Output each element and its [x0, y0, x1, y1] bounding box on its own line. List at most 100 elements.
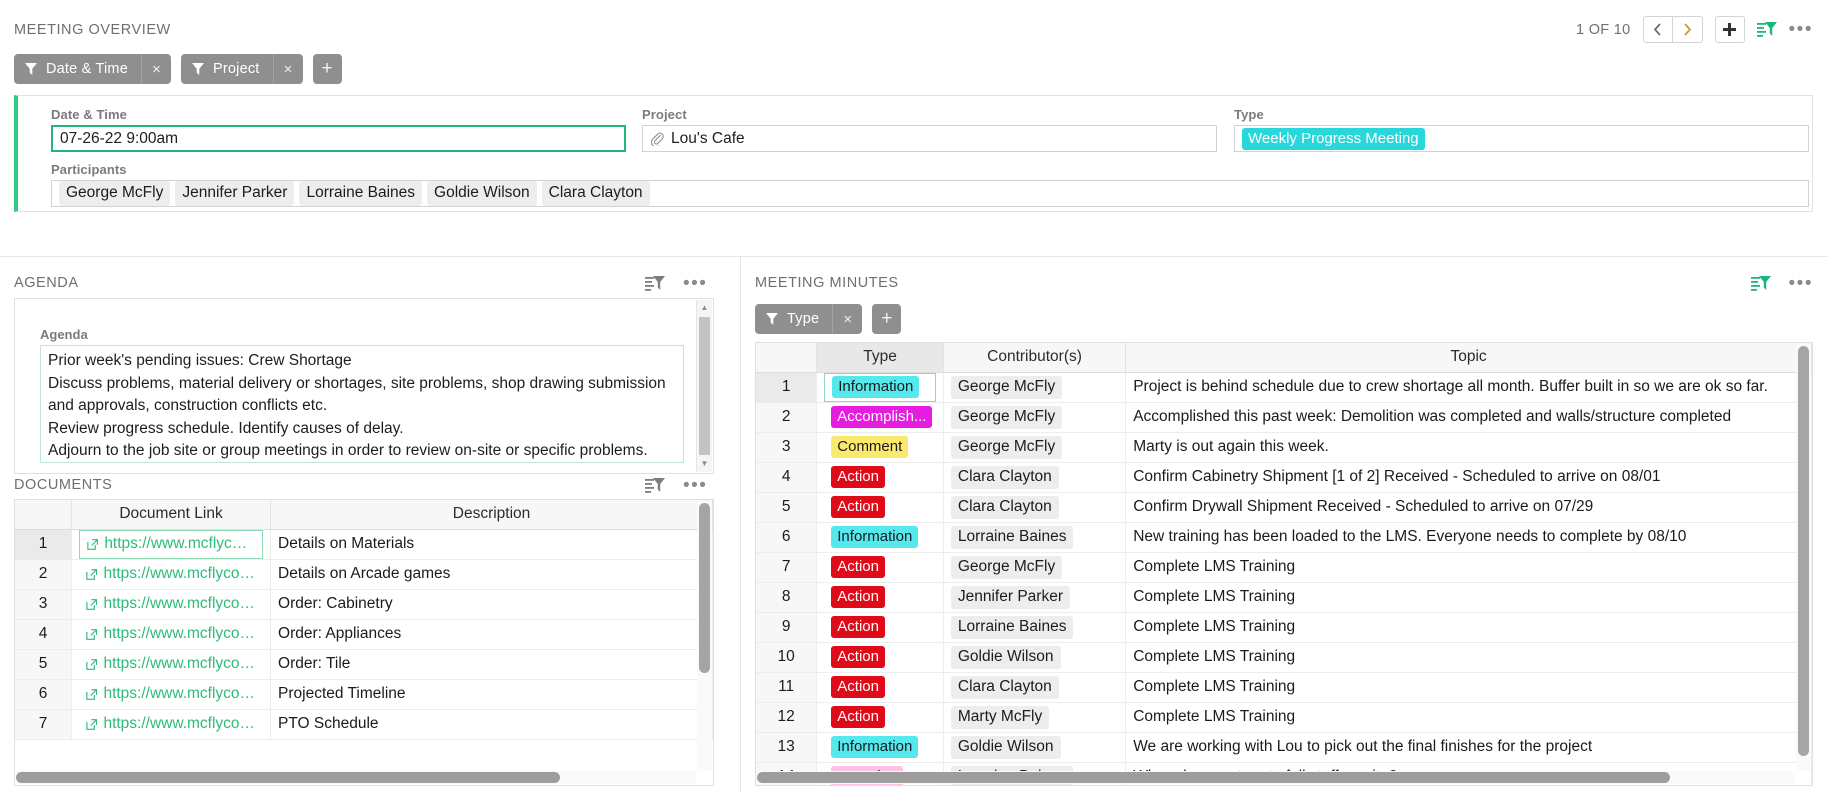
minutes-topic-cell[interactable]: We are working with Lou to pick out the … — [1126, 732, 1812, 762]
minutes-topic-cell[interactable]: Complete LMS Training — [1126, 642, 1812, 672]
minutes-type-cell[interactable]: Information — [817, 522, 944, 552]
external-link-icon-wrap[interactable]: https://www.mcflyconstr... — [86, 625, 256, 643]
add-filter-button[interactable]: + — [872, 304, 901, 334]
add-record-button[interactable] — [1715, 16, 1745, 43]
document-link-text[interactable]: https://www.mcflyconstr... — [103, 625, 256, 643]
project-input[interactable]: Lou's Cafe — [642, 125, 1217, 152]
table-row[interactable]: 9ActionLorraine BainesComplete LMS Train… — [756, 612, 1812, 642]
minutes-type-cell[interactable]: Accomplish... — [817, 402, 944, 432]
document-description-cell[interactable]: Order: Tile — [271, 649, 713, 679]
agenda-vertical-scrollbar[interactable]: ▲ ▼ — [696, 300, 712, 472]
participant-tag[interactable]: Lorraine Baines — [299, 181, 422, 206]
document-description-cell[interactable]: Order: Cabinetry — [271, 589, 713, 619]
filter-sort-icon[interactable] — [1751, 275, 1771, 292]
table-row[interactable]: 4ActionClara ClaytonConfirm Cabinetry Sh… — [756, 462, 1812, 492]
minutes-type-wrapper[interactable]: Action — [824, 613, 936, 642]
table-row[interactable]: 1https://www.mcflyconstr...Details on Ma… — [15, 529, 713, 559]
filter-chip-type[interactable]: Type × — [755, 304, 862, 334]
document-link-text[interactable]: https://www.mcflyconstr... — [103, 595, 256, 613]
participant-tag[interactable]: Jennifer Parker — [175, 181, 294, 206]
document-link-cell[interactable]: https://www.mcflyconstr... — [72, 529, 271, 559]
minutes-type-wrapper[interactable]: Information — [824, 523, 936, 552]
external-link-icon-wrap[interactable]: https://www.mcflyconstr... — [86, 685, 256, 703]
document-link-cell[interactable]: https://www.mcflyconstr... — [72, 679, 271, 709]
minutes-topic-cell[interactable]: Complete LMS Training — [1126, 582, 1812, 612]
table-row[interactable]: 1InformationGeorge McFlyProject is behin… — [756, 372, 1812, 402]
document-link-wrapper[interactable]: https://www.mcflyconstr... — [79, 710, 263, 739]
minutes-contributor-cell[interactable]: George McFly — [943, 432, 1125, 462]
participant-tag[interactable]: Clara Clayton — [542, 181, 650, 206]
minutes-type-wrapper[interactable]: Action — [824, 583, 936, 612]
minutes-type-cell[interactable]: Action — [817, 702, 944, 732]
filter-chip-date-time[interactable]: Date & Time × — [14, 54, 171, 84]
document-link-text[interactable]: https://www.mcflyconstr... — [104, 535, 255, 553]
table-row[interactable]: 5ActionClara ClaytonConfirm Drywall Ship… — [756, 492, 1812, 522]
add-filter-button[interactable]: + — [313, 54, 342, 84]
minutes-type-wrapper[interactable]: Information — [824, 373, 936, 402]
document-link-text[interactable]: https://www.mcflyconstr... — [103, 715, 256, 733]
minutes-contributor-cell[interactable]: Goldie Wilson — [943, 642, 1125, 672]
document-description-cell[interactable]: Order: Appliances — [271, 619, 713, 649]
filter-sort-icon[interactable] — [1757, 21, 1777, 38]
minutes-type-wrapper[interactable]: Action — [824, 673, 936, 702]
type-input[interactable]: Weekly Progress Meeting — [1234, 125, 1809, 152]
minutes-type-cell[interactable]: Action — [817, 552, 944, 582]
table-row[interactable]: 6InformationLorraine BainesNew training … — [756, 522, 1812, 552]
minutes-type-cell[interactable]: Comment — [817, 432, 944, 462]
document-link-cell[interactable]: https://www.mcflyconstr... — [72, 619, 271, 649]
table-row[interactable]: 8ActionJennifer ParkerComplete LMS Train… — [756, 582, 1812, 612]
minutes-topic-cell[interactable]: Complete LMS Training — [1126, 672, 1812, 702]
minutes-contributor-cell[interactable]: Clara Clayton — [943, 462, 1125, 492]
minutes-type-wrapper[interactable]: Comment — [824, 433, 936, 462]
minutes-contributor-cell[interactable]: Lorraine Baines — [943, 522, 1125, 552]
document-link-text[interactable]: https://www.mcflyconstr... — [103, 685, 256, 703]
minutes-type-wrapper[interactable]: Accomplish... — [824, 403, 936, 432]
minutes-topic-cell[interactable]: Project is behind schedule due to crew s… — [1126, 372, 1812, 402]
document-description-cell[interactable]: Details on Arcade games — [271, 559, 713, 589]
minutes-topic-cell[interactable]: Complete LMS Training — [1126, 612, 1812, 642]
minutes-topic-cell[interactable]: Marty is out again this week. — [1126, 432, 1812, 462]
documents-column-header[interactable] — [15, 500, 72, 529]
table-row[interactable]: 4https://www.mcflyconstr...Order: Applia… — [15, 619, 713, 649]
external-link-icon-wrap[interactable]: https://www.mcflyconstr... — [86, 715, 256, 733]
documents-vertical-scrollbar[interactable] — [697, 501, 712, 771]
document-link-cell[interactable]: https://www.mcflyconstr... — [72, 559, 271, 589]
minutes-contributor-cell[interactable]: George McFly — [943, 552, 1125, 582]
external-link-icon-wrap[interactable]: https://www.mcflyconstr... — [86, 655, 256, 673]
document-link-wrapper[interactable]: https://www.mcflyconstr... — [79, 650, 263, 679]
agenda-textarea[interactable]: Prior week's pending issues: Crew Shorta… — [40, 345, 684, 463]
table-row[interactable]: 10ActionGoldie WilsonComplete LMS Traini… — [756, 642, 1812, 672]
minutes-type-wrapper[interactable]: Action — [824, 493, 936, 522]
more-options-icon[interactable]: ••• — [1789, 24, 1813, 36]
minutes-vertical-scrollbar[interactable] — [1796, 344, 1811, 771]
minutes-type-cell[interactable]: Action — [817, 582, 944, 612]
scrollbar-thumb[interactable] — [1798, 346, 1809, 756]
minutes-contributor-cell[interactable]: Goldie Wilson — [943, 732, 1125, 762]
external-link-icon-wrap[interactable]: https://www.mcflyconstr... — [87, 535, 255, 553]
scroll-up-icon[interactable]: ▲ — [701, 300, 709, 316]
scrollbar-thumb[interactable] — [16, 772, 560, 783]
document-description-cell[interactable]: Details on Materials — [271, 529, 713, 559]
more-options-icon[interactable]: ••• — [683, 278, 707, 290]
more-options-icon[interactable]: ••• — [1789, 278, 1813, 290]
minutes-topic-cell[interactable]: Complete LMS Training — [1126, 702, 1812, 732]
minutes-type-wrapper[interactable]: Action — [824, 643, 936, 672]
document-link-cell[interactable]: https://www.mcflyconstr... — [72, 649, 271, 679]
minutes-type-cell[interactable]: Information — [817, 372, 944, 402]
minutes-type-wrapper[interactable]: Action — [824, 463, 936, 492]
document-link-text[interactable]: https://www.mcflyconstr... — [103, 655, 256, 673]
minutes-topic-cell[interactable]: Complete LMS Training — [1126, 552, 1812, 582]
table-row[interactable]: 5https://www.mcflyconstr...Order: Tile — [15, 649, 713, 679]
documents-horizontal-scrollbar[interactable] — [16, 771, 696, 784]
filter-chip-remove-button[interactable]: × — [832, 304, 862, 334]
document-description-cell[interactable]: Projected Timeline — [271, 679, 713, 709]
participant-tag[interactable]: Goldie Wilson — [427, 181, 537, 206]
document-link-cell[interactable]: https://www.mcflyconstr... — [72, 589, 271, 619]
document-description-cell[interactable]: PTO Schedule — [271, 709, 713, 739]
table-row[interactable]: 11ActionClara ClaytonComplete LMS Traini… — [756, 672, 1812, 702]
minutes-column-header[interactable]: Topic — [1126, 343, 1812, 372]
minutes-type-cell[interactable]: Action — [817, 612, 944, 642]
filter-chip-remove-button[interactable]: × — [273, 54, 303, 84]
table-row[interactable]: 12ActionMarty McFlyComplete LMS Training — [756, 702, 1812, 732]
documents-column-header[interactable]: Description — [271, 500, 713, 529]
